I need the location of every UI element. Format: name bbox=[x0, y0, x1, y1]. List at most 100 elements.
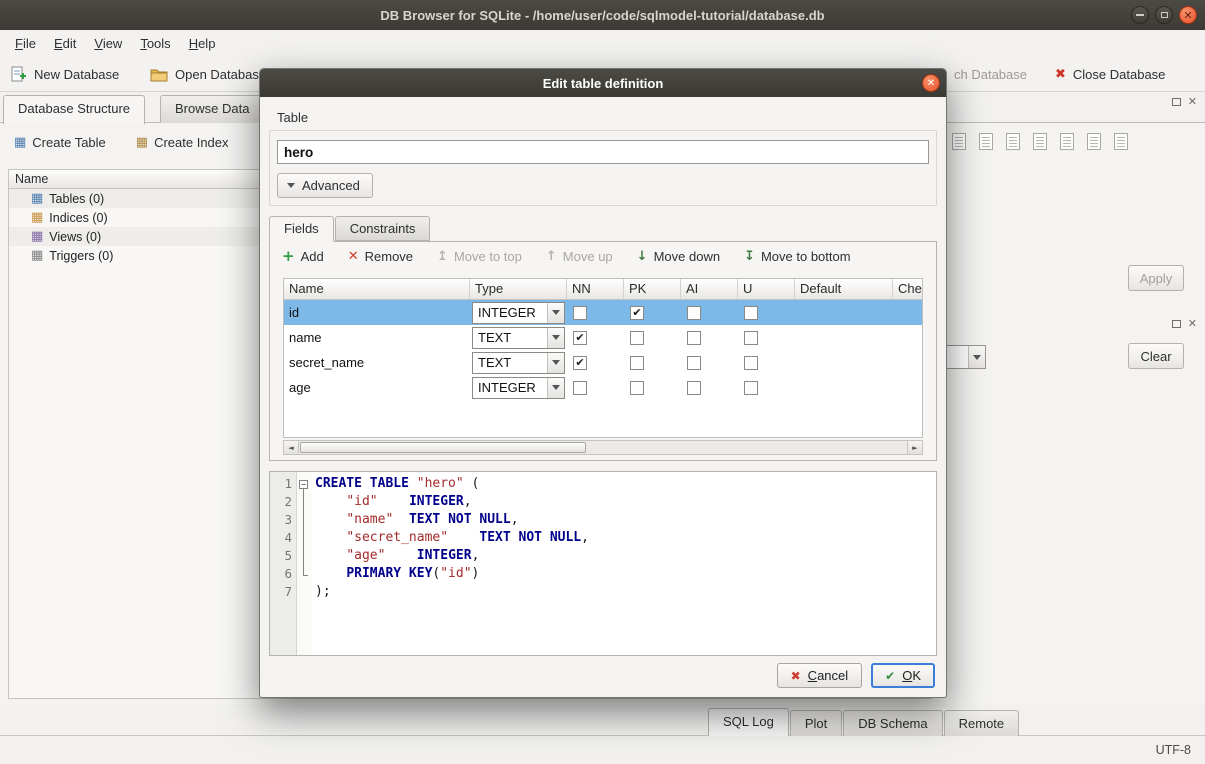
dialog-titlebar[interactable]: Edit table definition ✕ bbox=[260, 69, 946, 97]
move-up-button[interactable]: ↑ Move up bbox=[546, 249, 613, 264]
header-pk[interactable]: PK bbox=[624, 279, 681, 299]
type-combobox[interactable]: INTEGER bbox=[472, 377, 565, 399]
ok-button[interactable]: ✔ OK bbox=[871, 663, 935, 688]
default-cell[interactable] bbox=[795, 300, 893, 325]
field-name-cell[interactable]: age bbox=[284, 375, 470, 400]
nn-checkbox[interactable] bbox=[573, 356, 587, 370]
u-checkbox[interactable] bbox=[744, 381, 758, 395]
apply-button[interactable]: Apply bbox=[1128, 265, 1184, 291]
field-row-name[interactable]: name TEXT bbox=[284, 325, 922, 350]
header-ai[interactable]: AI bbox=[681, 279, 738, 299]
document-icon[interactable] bbox=[1033, 133, 1047, 150]
menu-help[interactable]: Help bbox=[180, 33, 225, 54]
ai-checkbox[interactable] bbox=[687, 331, 701, 345]
create-index-button[interactable]: ▦ Create Index bbox=[130, 131, 235, 154]
u-checkbox[interactable] bbox=[744, 356, 758, 370]
header-check[interactable]: Check bbox=[893, 279, 922, 299]
horizontal-scrollbar[interactable]: ◄ ► bbox=[283, 440, 923, 455]
open-database-button[interactable]: Open Database bbox=[144, 60, 272, 88]
close-database-button[interactable]: ✖ Close Database bbox=[1049, 60, 1171, 88]
menu-edit[interactable]: Edit bbox=[45, 33, 85, 54]
field-row-secret-name[interactable]: secret_name TEXT bbox=[284, 350, 922, 375]
tab-constraints[interactable]: Constraints bbox=[335, 216, 431, 241]
ai-checkbox[interactable] bbox=[687, 306, 701, 320]
header-nn[interactable]: NN bbox=[567, 279, 624, 299]
menu-tools[interactable]: Tools bbox=[131, 33, 179, 54]
new-database-button[interactable]: New Database bbox=[4, 60, 125, 88]
menu-file[interactable]: File bbox=[6, 33, 45, 54]
nn-checkbox[interactable] bbox=[573, 306, 587, 320]
tab-remote[interactable]: Remote bbox=[944, 710, 1020, 736]
chevron-down-icon[interactable] bbox=[547, 328, 564, 348]
field-name-cell[interactable]: secret_name bbox=[284, 350, 470, 375]
pk-checkbox[interactable] bbox=[630, 356, 644, 370]
tab-fields[interactable]: Fields bbox=[269, 216, 334, 242]
chevron-down-icon[interactable] bbox=[968, 346, 985, 368]
document-icon[interactable] bbox=[952, 133, 966, 150]
check-cell[interactable] bbox=[893, 375, 922, 400]
u-checkbox[interactable] bbox=[744, 331, 758, 345]
default-cell[interactable] bbox=[795, 375, 893, 400]
header-name[interactable]: Name bbox=[284, 279, 470, 299]
tab-database-structure[interactable]: Database Structure bbox=[3, 95, 145, 124]
close-dock-icon[interactable]: ✕ bbox=[1188, 318, 1197, 329]
tab-browse-data[interactable]: Browse Data bbox=[160, 95, 264, 123]
fold-toggle-icon[interactable]: − bbox=[299, 480, 308, 489]
pk-checkbox[interactable] bbox=[630, 331, 644, 345]
nn-checkbox[interactable] bbox=[573, 381, 587, 395]
add-field-button[interactable]: + Add bbox=[282, 249, 324, 264]
advanced-toggle-button[interactable]: Advanced bbox=[277, 173, 373, 198]
maximize-button[interactable] bbox=[1155, 6, 1173, 24]
type-combobox[interactable]: TEXT bbox=[472, 327, 565, 349]
header-u[interactable]: U bbox=[738, 279, 795, 299]
type-combobox[interactable]: TEXT bbox=[472, 352, 565, 374]
nn-checkbox[interactable] bbox=[573, 331, 587, 345]
attach-database-button[interactable]: ch Database bbox=[948, 60, 1033, 88]
document-icon[interactable] bbox=[979, 133, 993, 150]
sql-preview[interactable]: 1234567 − CREATE TABLE "hero" ( "id" INT… bbox=[269, 471, 937, 656]
field-row-age[interactable]: age INTEGER bbox=[284, 375, 922, 400]
tab-db-schema[interactable]: DB Schema bbox=[843, 710, 942, 736]
scrollbar-thumb[interactable] bbox=[300, 442, 586, 453]
field-name-cell[interactable]: id bbox=[284, 300, 470, 325]
ai-checkbox[interactable] bbox=[687, 356, 701, 370]
check-cell[interactable] bbox=[893, 350, 922, 375]
float-dock-icon[interactable] bbox=[1172, 320, 1181, 328]
field-row-id[interactable]: id INTEGER bbox=[284, 300, 922, 325]
dialog-close-button[interactable]: ✕ bbox=[922, 74, 940, 92]
chevron-down-icon[interactable] bbox=[547, 378, 564, 398]
clear-button[interactable]: Clear bbox=[1128, 343, 1184, 369]
pk-checkbox[interactable] bbox=[630, 306, 644, 320]
move-to-bottom-button[interactable]: ↧ Move to bottom bbox=[744, 249, 851, 264]
document-icon[interactable] bbox=[1087, 133, 1101, 150]
chevron-down-icon[interactable] bbox=[547, 303, 564, 323]
float-dock-icon[interactable] bbox=[1172, 98, 1181, 106]
field-name-cell[interactable]: name bbox=[284, 325, 470, 350]
default-cell[interactable] bbox=[795, 350, 893, 375]
remove-field-button[interactable]: ✕ Remove bbox=[348, 249, 413, 264]
move-to-top-button[interactable]: ↥ Move to top bbox=[437, 249, 522, 264]
header-type[interactable]: Type bbox=[470, 279, 567, 299]
menu-view[interactable]: View bbox=[85, 33, 131, 54]
scroll-right-icon[interactable]: ► bbox=[907, 441, 922, 454]
u-checkbox[interactable] bbox=[744, 306, 758, 320]
header-default[interactable]: Default bbox=[795, 279, 893, 299]
tab-sql-log[interactable]: SQL Log bbox=[708, 708, 789, 736]
encoding-indicator[interactable]: UTF-8 bbox=[1156, 743, 1191, 757]
type-combobox[interactable]: INTEGER bbox=[472, 302, 565, 324]
document-icon[interactable] bbox=[1060, 133, 1074, 150]
cancel-button[interactable]: ✖ Cancel bbox=[777, 663, 863, 688]
scroll-left-icon[interactable]: ◄ bbox=[284, 441, 299, 454]
check-cell[interactable] bbox=[893, 300, 922, 325]
pk-checkbox[interactable] bbox=[630, 381, 644, 395]
create-table-button[interactable]: ▦ Create Table bbox=[8, 131, 112, 154]
close-dock-icon[interactable]: ✕ bbox=[1188, 96, 1197, 107]
close-window-button[interactable]: ✕ bbox=[1179, 6, 1197, 24]
move-down-button[interactable]: ↓ Move down bbox=[637, 249, 720, 264]
ai-checkbox[interactable] bbox=[687, 381, 701, 395]
table-name-input[interactable] bbox=[277, 140, 929, 164]
document-icon[interactable] bbox=[1114, 133, 1128, 150]
check-cell[interactable] bbox=[893, 325, 922, 350]
document-icon[interactable] bbox=[1006, 133, 1020, 150]
chevron-down-icon[interactable] bbox=[547, 353, 564, 373]
